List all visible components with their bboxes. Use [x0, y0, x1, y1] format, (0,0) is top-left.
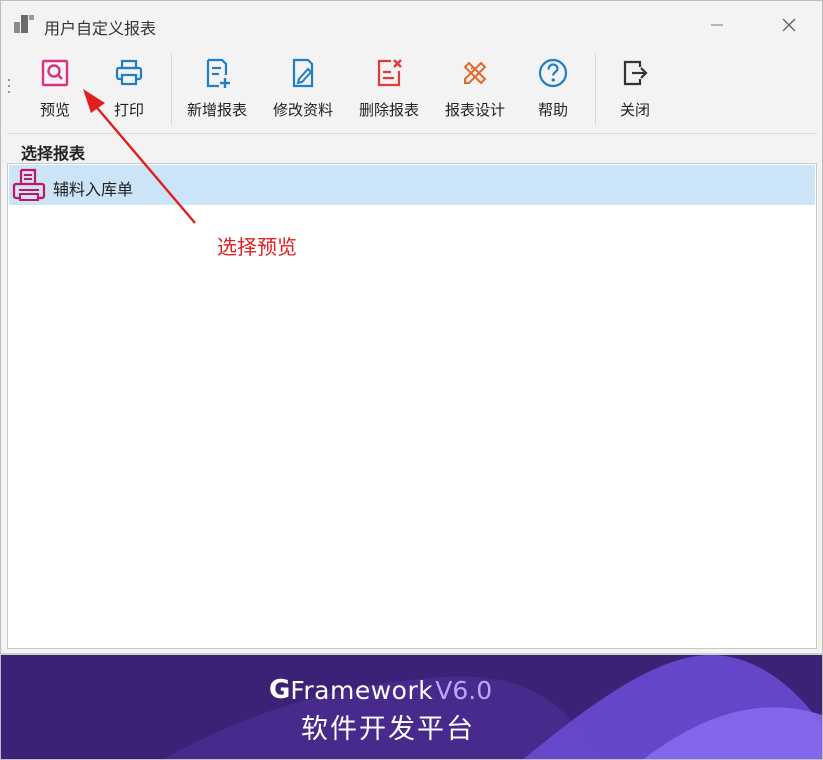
brand-slogan: 软件开发平台: [301, 714, 475, 745]
annotation-arrow: [83, 89, 196, 224]
toolbar-grip[interactable]: [8, 79, 12, 95]
report-printer-icon: [12, 168, 46, 201]
close-label: 关闭: [619, 101, 650, 119]
report-design-button[interactable]: 报表设计: [437, 53, 513, 125]
toolbar-separator: [595, 53, 596, 125]
report-window: 用户自定义报表 预览 打印 新增报表 修改资料 删除报表 报表设计 帮助 关闭 …: [0, 0, 823, 760]
design-icon: [463, 61, 487, 85]
annotation-text: 选择预览: [217, 235, 297, 259]
exit-icon: [623, 60, 648, 86]
preview-icon: [41, 59, 69, 87]
printer-icon: [115, 59, 143, 86]
help-label: 帮助: [537, 101, 568, 119]
minimize-button[interactable]: [687, 5, 747, 45]
edit-icon: [292, 58, 314, 88]
preview-label: 预览: [39, 101, 70, 119]
app-icon: [14, 15, 34, 33]
brand-name: Framework: [290, 675, 434, 705]
brand-mark: G: [269, 675, 291, 705]
minimize-icon: [711, 24, 723, 26]
brand-banner: G Framework V6.0 软件开发平台: [1, 653, 822, 759]
delete-report-button[interactable]: 删除报表: [351, 53, 427, 125]
help-icon: [538, 58, 568, 88]
report-list[interactable]: 辅料入库单: [7, 163, 817, 649]
close-window-button[interactable]: [759, 5, 819, 45]
report-design-label: 报表设计: [444, 101, 505, 119]
brand-version: V6.0: [435, 675, 493, 705]
close-button[interactable]: 关闭: [613, 53, 657, 125]
delete-report-label: 删除报表: [358, 101, 419, 119]
help-button[interactable]: 帮助: [531, 53, 575, 125]
window-title: 用户自定义报表: [44, 19, 157, 38]
delete-report-icon: [377, 59, 402, 87]
title-bar: 用户自定义报表: [1, 1, 822, 49]
edit-info-button[interactable]: 修改资料: [265, 53, 341, 125]
brand-logo: G Framework V6.0: [269, 675, 492, 705]
edit-info-label: 修改资料: [272, 101, 333, 119]
close-icon: [782, 18, 796, 32]
